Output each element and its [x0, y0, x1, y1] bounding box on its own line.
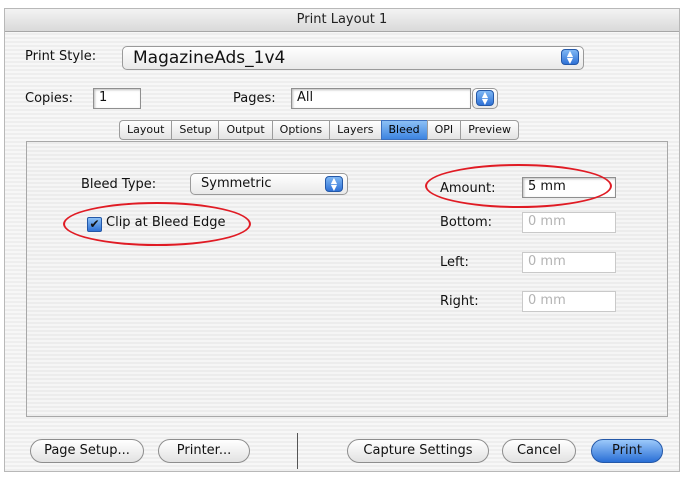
- tab-setup[interactable]: Setup: [171, 120, 219, 140]
- button-divider: [297, 433, 298, 469]
- tab-layers[interactable]: Layers: [329, 120, 381, 140]
- print-style-select[interactable]: MagazineAds_1v4 ▲ ▼: [122, 46, 584, 70]
- pages-field[interactable]: All: [291, 88, 471, 109]
- tab-layout[interactable]: Layout: [119, 120, 172, 140]
- page-setup-button[interactable]: Page Setup...: [30, 439, 144, 463]
- printer-button[interactable]: Printer...: [158, 439, 250, 463]
- print-style-stepper-icon: ▲ ▼: [561, 49, 579, 65]
- bleed-type-value: Symmetric: [201, 176, 272, 191]
- pages-popup[interactable]: ▲ ▼: [472, 88, 498, 109]
- print-button[interactable]: Print: [591, 439, 663, 463]
- bottom-field[interactable]: 0 mm: [522, 212, 616, 233]
- tab-output[interactable]: Output: [218, 120, 272, 140]
- tab-bar: Layout Setup Output Options Layers Bleed…: [119, 120, 520, 142]
- window-title: Print Layout 1: [5, 9, 679, 32]
- pages-label: Pages:: [233, 91, 276, 106]
- clip-label: Clip at Bleed Edge: [106, 215, 226, 230]
- pages-stepper-icon: ▲ ▼: [476, 90, 494, 106]
- copies-label: Copies:: [25, 91, 74, 106]
- left-label: Left:: [440, 255, 469, 270]
- left-field[interactable]: 0 mm: [522, 252, 616, 273]
- right-field[interactable]: 0 mm: [522, 291, 616, 312]
- bleed-type-label: Bleed Type:: [81, 177, 157, 192]
- amount-field[interactable]: 5 mm: [522, 177, 616, 198]
- right-label: Right:: [440, 294, 479, 309]
- tab-preview[interactable]: Preview: [460, 120, 520, 140]
- clip-checkbox[interactable]: ✔: [87, 217, 102, 232]
- bottom-label: Bottom:: [440, 215, 493, 230]
- bleed-type-stepper-icon: ▲ ▼: [325, 176, 343, 192]
- print-style-label: Print Style:: [25, 49, 97, 64]
- bleed-type-select[interactable]: Symmetric ▲ ▼: [190, 173, 348, 195]
- tab-bleed[interactable]: Bleed: [380, 120, 427, 140]
- tab-options[interactable]: Options: [271, 120, 330, 140]
- tab-opi[interactable]: OPI: [426, 120, 461, 140]
- capture-settings-button[interactable]: Capture Settings: [347, 439, 489, 463]
- copies-field[interactable]: 1: [93, 88, 141, 109]
- print-style-value: MagazineAds_1v4: [133, 48, 286, 68]
- print-dialog: Print Layout 1 Print Style: MagazineAds_…: [4, 8, 680, 472]
- cancel-button[interactable]: Cancel: [502, 439, 576, 463]
- amount-label: Amount:: [440, 181, 496, 196]
